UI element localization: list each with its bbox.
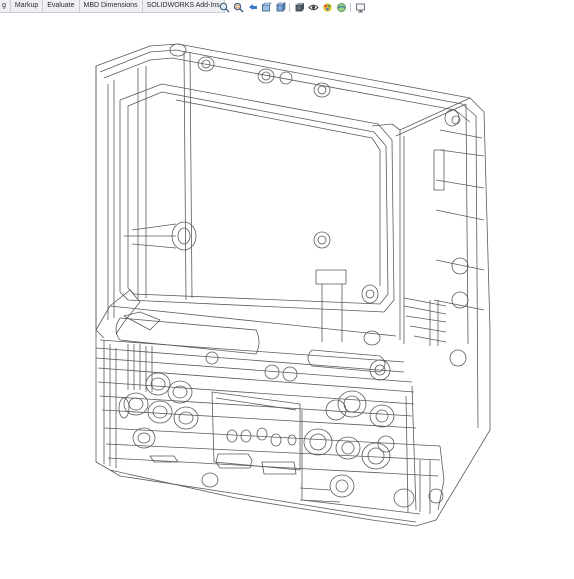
heads-up-view-toolbar (218, 1, 366, 13)
view-settings-icon[interactable] (354, 1, 366, 13)
wireframe-enclosure-model (0, 13, 574, 574)
edit-appearance-icon[interactable] (321, 1, 333, 13)
tab-evaluate[interactable]: Evaluate (43, 0, 80, 12)
zoom-to-area-icon[interactable] (232, 1, 244, 13)
zoom-to-fit-icon[interactable] (218, 1, 230, 13)
tab-solidworks-addins[interactable]: SOLIDWORKS Add-Ins (143, 0, 225, 12)
tab-markup[interactable]: Markup (11, 0, 44, 12)
tab-partial[interactable]: g (0, 0, 11, 12)
graphics-area[interactable] (0, 13, 574, 574)
view-orientation-icon[interactable] (274, 1, 286, 13)
tab-mbd-dimensions[interactable]: MBD Dimensions (80, 0, 143, 12)
display-style-icon[interactable] (293, 1, 305, 13)
hide-show-items-icon[interactable] (307, 1, 319, 13)
section-view-icon[interactable] (260, 1, 272, 13)
command-manager-tabs: g Markup Evaluate MBD Dimensions SOLIDWO… (0, 0, 225, 13)
apply-scene-icon[interactable] (335, 1, 347, 13)
previous-view-icon[interactable] (246, 1, 258, 13)
